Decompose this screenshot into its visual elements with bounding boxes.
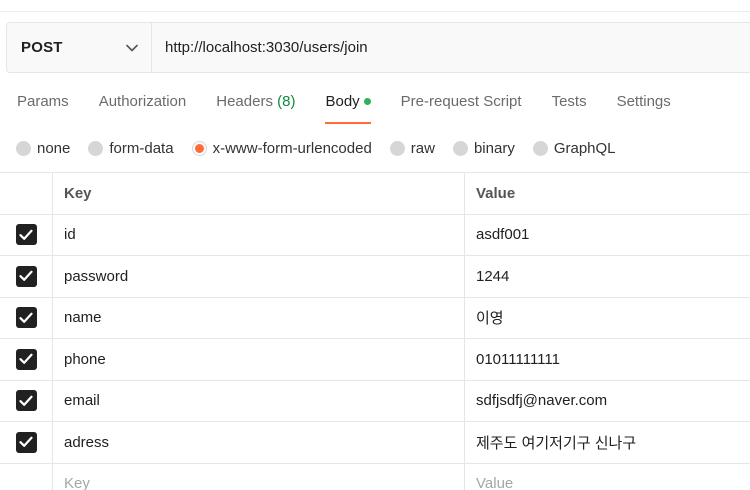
radio-x-www-form-urlencoded[interactable]: x-www-form-urlencoded	[191, 139, 372, 157]
radio-label: binary	[473, 139, 515, 157]
table-row: name 이영	[0, 297, 750, 339]
table-row: phone 01011111111	[0, 339, 750, 381]
value-cell[interactable]: asdf001	[465, 215, 750, 256]
params-table: Key Value id asdf001 password 1244 name …	[0, 172, 750, 490]
radio-binary[interactable]: binary	[452, 139, 515, 157]
value-cell[interactable]: 제주도 여기저기구 신나구	[465, 422, 750, 463]
radio-button-selected[interactable]	[191, 140, 207, 156]
tab-headers[interactable]: Headers (8)	[216, 84, 295, 122]
check-cell	[0, 214, 53, 255]
table-row: password 1244	[0, 256, 750, 298]
check-icon	[19, 395, 33, 406]
radio-button[interactable]	[16, 140, 31, 156]
chevron-down-icon	[125, 41, 139, 55]
key-placeholder-input[interactable]: Key	[53, 463, 465, 490]
url-input[interactable]: http://localhost:3030/users/join	[152, 23, 750, 72]
row-checkbox[interactable]	[15, 224, 37, 246]
tab-authorization[interactable]: Authorization	[99, 84, 187, 122]
tab-authorization-label: Authorization	[98, 93, 187, 110]
value-cell[interactable]: 이영	[465, 298, 750, 339]
radio-label: x-www-form-urlencoded	[212, 139, 372, 157]
check-icon	[19, 312, 33, 323]
tab-body-label: Body	[325, 93, 360, 110]
check-icon	[19, 229, 33, 240]
radio-button[interactable]	[389, 140, 405, 156]
value-cell[interactable]: sdfjsdfj@naver.com	[465, 381, 750, 422]
method-label: POST	[21, 39, 63, 56]
radio-button[interactable]	[452, 140, 468, 156]
tab-body[interactable]: Body	[325, 84, 371, 124]
check-cell	[0, 297, 53, 338]
headers-count: (8)	[277, 93, 296, 110]
tab-tests-label: Tests	[551, 93, 587, 110]
body-indicator-dot	[363, 97, 371, 105]
key-cell[interactable]: password	[53, 256, 465, 297]
top-strip	[0, 0, 750, 12]
value-cell[interactable]: 1244	[465, 256, 750, 297]
table-header-row: Key Value	[0, 173, 750, 215]
key-cell[interactable]: id	[53, 214, 465, 255]
key-column-header: Key	[53, 173, 465, 214]
key-cell[interactable]: email	[53, 380, 465, 421]
value-column-header: Value	[476, 184, 516, 202]
radio-raw[interactable]: raw	[389, 139, 435, 157]
row-checkbox[interactable]	[15, 307, 37, 329]
key-cell[interactable]: adress	[53, 422, 465, 463]
row-checkbox[interactable]	[15, 265, 37, 287]
check-icon	[19, 436, 33, 448]
tab-settings-label: Settings	[616, 93, 671, 110]
tab-headers-label: Headers	[216, 93, 273, 110]
radio-label: form-data	[109, 139, 174, 157]
value-placeholder-input[interactable]: Value	[465, 464, 750, 490]
radio-label: GraphQL	[553, 139, 616, 157]
tab-params[interactable]: Params	[17, 84, 69, 122]
check-cell	[0, 339, 53, 380]
table-row: id asdf001	[0, 214, 750, 256]
key-cell[interactable]: phone	[53, 339, 465, 380]
check-cell	[0, 380, 53, 421]
tab-params-label: Params	[17, 93, 69, 110]
radio-form-data[interactable]: form-data	[88, 139, 174, 157]
request-bar: POST http://localhost:3030/users/join	[6, 22, 750, 73]
tab-pre-request-script-label: Pre-request Script	[400, 93, 522, 110]
check-cell	[0, 463, 53, 490]
row-checkbox[interactable]	[15, 348, 37, 370]
body-type-radios: none form-data x-www-form-urlencoded raw…	[16, 137, 634, 159]
check-cell	[0, 256, 53, 297]
table-row: email sdfjsdfj@naver.com	[0, 380, 750, 422]
radio-selected-dot	[194, 143, 204, 153]
row-checkbox[interactable]	[15, 390, 37, 412]
tab-pre-request-script[interactable]: Pre-request Script	[401, 84, 522, 122]
radio-button[interactable]	[532, 140, 548, 156]
table-row: adress 제주도 여기저기구 신나구	[0, 422, 750, 464]
row-checkbox[interactable]	[15, 431, 37, 453]
header-check-cell	[0, 173, 53, 214]
check-icon	[19, 353, 33, 365]
table-row-empty: Key Value	[0, 463, 750, 490]
radio-label: none	[37, 139, 71, 157]
tab-tests[interactable]: Tests	[552, 84, 587, 122]
key-cell[interactable]: name	[53, 297, 465, 338]
check-icon	[19, 270, 33, 282]
radio-button[interactable]	[88, 140, 104, 156]
method-select[interactable]: POST	[7, 23, 152, 72]
radio-label: raw	[410, 139, 435, 157]
radio-graphql[interactable]: GraphQL	[532, 139, 616, 157]
value-cell[interactable]: 01011111111	[465, 339, 750, 380]
tab-settings[interactable]: Settings	[617, 84, 671, 122]
request-tabs: Params Authorization Headers (8) Body Pr…	[0, 84, 750, 126]
radio-none[interactable]: none	[16, 140, 70, 157]
check-cell	[0, 422, 53, 463]
